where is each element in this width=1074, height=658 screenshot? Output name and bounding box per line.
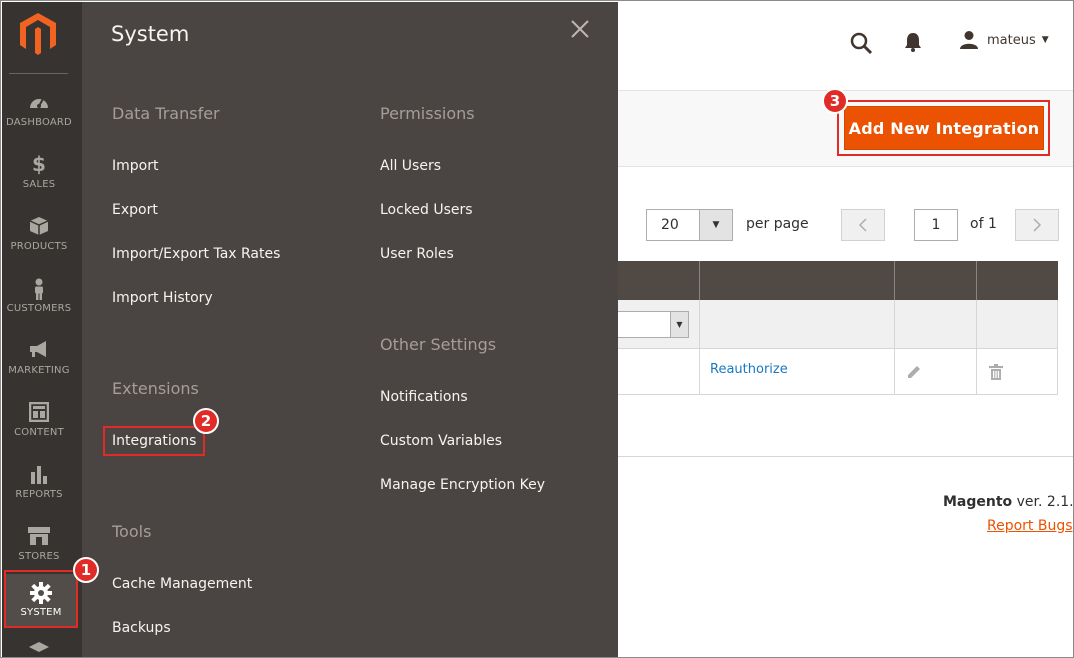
nav-label: PRODUCTS xyxy=(10,241,68,252)
per-page-value: 20 xyxy=(661,217,679,233)
nav-item-products[interactable]: PRODUCTS xyxy=(2,204,76,266)
layout-icon xyxy=(2,402,76,424)
brand-name: Magento xyxy=(943,494,1013,510)
bell-icon[interactable] xyxy=(904,32,922,52)
grid-header xyxy=(618,261,1058,300)
user-menu[interactable]: mateus ▼ xyxy=(959,30,1049,50)
nav-item-marketing[interactable]: MARKETING xyxy=(2,328,76,390)
status-filter-select[interactable]: ▼ xyxy=(618,311,689,338)
column-divider xyxy=(894,300,895,395)
step-badge-3: 3 xyxy=(822,88,848,114)
next-page-button[interactable] xyxy=(1015,209,1059,241)
magento-logo-icon[interactable] xyxy=(18,11,58,55)
section-data-transfer: Data Transfer xyxy=(112,104,220,123)
menu-title: System xyxy=(111,22,190,46)
menu-link-all-users[interactable]: All Users xyxy=(380,158,441,174)
nav-item-sales[interactable]: $ SALES xyxy=(2,142,76,204)
person-icon xyxy=(2,278,76,300)
current-page-input[interactable]: 1 xyxy=(914,209,958,241)
nav-item-reports[interactable]: REPORTS xyxy=(2,452,76,514)
bar-chart-icon xyxy=(2,464,76,486)
username: mateus xyxy=(987,32,1036,48)
total-pages-label: of 1 xyxy=(970,216,997,232)
column-divider xyxy=(699,300,700,395)
chevron-down-icon[interactable]: ▼ xyxy=(699,210,732,240)
per-page-label: per page xyxy=(746,216,809,232)
store-icon xyxy=(2,526,76,548)
megaphone-icon xyxy=(2,340,76,362)
column-divider xyxy=(976,300,977,395)
section-extensions: Extensions xyxy=(112,379,199,398)
menu-link-import-history[interactable]: Import History xyxy=(112,290,213,306)
system-menu-panel: System Data Transfer Import Export Impor… xyxy=(82,2,618,657)
per-page-select[interactable]: 20 ▼ xyxy=(646,209,733,241)
section-tools: Tools xyxy=(112,522,152,541)
grid-border xyxy=(1057,300,1058,395)
menu-link-cache-management[interactable]: Cache Management xyxy=(112,576,252,592)
nav-label: REPORTS xyxy=(15,489,63,500)
prev-page-button[interactable] xyxy=(841,209,885,241)
nav-label: STORES xyxy=(18,551,60,562)
nav-item-stores[interactable]: STORES xyxy=(2,514,76,576)
menu-link-export[interactable]: Export xyxy=(112,202,158,218)
menu-link-backups[interactable]: Backups xyxy=(112,620,171,636)
column-divider xyxy=(976,261,977,300)
chevron-down-icon: ▼ xyxy=(1041,35,1049,45)
trash-icon[interactable] xyxy=(989,364,1003,380)
nav-label: MARKETING xyxy=(8,365,70,376)
partners-icon xyxy=(2,642,76,657)
section-permissions: Permissions xyxy=(380,104,475,123)
chevron-down-icon[interactable]: ▼ xyxy=(670,312,688,337)
menu-link-manage-encryption-key[interactable]: Manage Encryption Key xyxy=(380,477,545,493)
nav-separator xyxy=(9,73,68,74)
nav-item-content[interactable]: CONTENT xyxy=(2,390,76,452)
step-badge-2: 2 xyxy=(193,408,219,434)
menu-link-user-roles[interactable]: User Roles xyxy=(380,246,454,262)
menu-link-locked-users[interactable]: Locked Users xyxy=(380,202,473,218)
dollar-icon: $ xyxy=(32,152,46,176)
nav-item-partners[interactable] xyxy=(2,638,76,657)
column-divider xyxy=(894,261,895,300)
footer-divider xyxy=(618,456,1073,457)
step-badge-1: 1 xyxy=(73,557,99,583)
chevron-right-icon xyxy=(1033,218,1042,232)
pencil-icon[interactable] xyxy=(906,364,922,380)
user-icon xyxy=(960,31,978,49)
reauthorize-link[interactable]: Reauthorize xyxy=(710,362,788,377)
add-new-integration-button[interactable]: Add New Integration xyxy=(844,106,1044,150)
cube-icon xyxy=(2,216,76,238)
admin-sidebar: DASHBOARD $ SALES PRODUCTS CUSTOMERS MAR… xyxy=(2,2,82,657)
menu-link-import[interactable]: Import xyxy=(112,158,158,174)
section-other-settings: Other Settings xyxy=(380,335,497,354)
nav-item-dashboard[interactable]: DASHBOARD xyxy=(2,80,76,142)
nav-label: DASHBOARD xyxy=(6,117,72,128)
dashboard-icon xyxy=(2,92,76,114)
nav-label: CONTENT xyxy=(14,427,64,438)
system-highlight-frame xyxy=(4,570,78,628)
menu-link-import-export-tax-rates[interactable]: Import/Export Tax Rates xyxy=(112,246,280,262)
search-icon[interactable] xyxy=(849,31,873,55)
version-info: Magento ver. 2.1.7 xyxy=(943,494,1074,510)
column-divider xyxy=(699,261,700,300)
nav-label: CUSTOMERS xyxy=(6,303,72,314)
nav-item-customers[interactable]: CUSTOMERS xyxy=(2,266,76,328)
report-bugs-link[interactable]: Report Bugs xyxy=(987,518,1073,534)
nav-label: SALES xyxy=(22,179,56,190)
app-window: DASHBOARD $ SALES PRODUCTS CUSTOMERS MAR… xyxy=(0,0,1074,658)
chevron-left-icon xyxy=(858,218,867,232)
menu-link-custom-variables[interactable]: Custom Variables xyxy=(380,433,502,449)
menu-link-notifications[interactable]: Notifications xyxy=(380,389,468,405)
close-icon[interactable] xyxy=(570,19,590,39)
version-number: ver. 2.1.7 xyxy=(1016,494,1074,510)
integrations-highlight-frame xyxy=(103,426,205,456)
